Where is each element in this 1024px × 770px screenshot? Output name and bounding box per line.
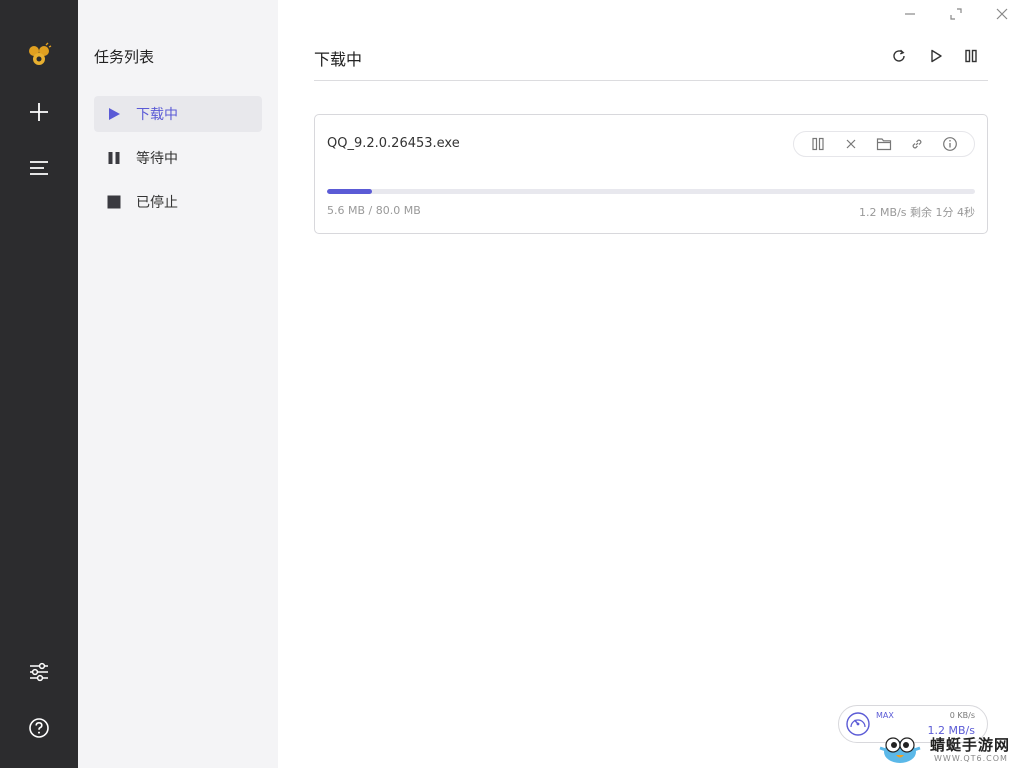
- task-delete-button[interactable]: [840, 133, 862, 155]
- watermark-text: 蜻蜓手游网: [930, 736, 1011, 754]
- plus-icon: [30, 103, 48, 121]
- play-icon: [106, 106, 122, 122]
- task-open-folder-button[interactable]: [873, 133, 895, 155]
- sidebar-title: 任务列表: [94, 48, 155, 66]
- info-icon: [942, 137, 957, 151]
- sidebar-item-label: 已停止: [136, 195, 178, 211]
- help-button[interactable]: [21, 710, 57, 746]
- watermark-mascot-icon: [876, 730, 924, 766]
- task-actions-bar: [793, 131, 975, 157]
- close-icon: [996, 8, 1008, 20]
- task-copy-link-button[interactable]: [906, 133, 928, 155]
- minimize-button[interactable]: [900, 4, 920, 24]
- add-task-button[interactable]: [21, 94, 57, 130]
- task-size: 5.6 MB / 80.0 MB: [327, 204, 421, 217]
- link-icon: [912, 139, 922, 149]
- task-item[interactable]: QQ_9.2.0.26453.exe 5.6 MB / 80.0 MB 1.2 …: [314, 114, 988, 234]
- stop-icon: [106, 194, 122, 210]
- page-title: 下载中: [314, 50, 363, 69]
- task-speed-remaining: 1.2 MB/s 剩余 1分 4秒: [859, 206, 975, 219]
- task-pause-button[interactable]: [807, 133, 829, 155]
- speedometer-gauge-icon: [845, 711, 871, 737]
- task-sidebar: 任务列表 下载中 等待中 已停止: [78, 0, 278, 768]
- close-button[interactable]: [992, 4, 1012, 24]
- maximize-button[interactable]: [946, 4, 966, 24]
- sidebar-item-waiting[interactable]: 等待中: [94, 140, 262, 176]
- folder-icon: [876, 138, 892, 151]
- refresh-icon: [893, 49, 905, 62]
- resume-all-button[interactable]: [925, 45, 947, 67]
- task-list-button[interactable]: [21, 150, 57, 186]
- header-divider: [314, 80, 988, 81]
- pause-icon: [106, 150, 122, 166]
- pause-all-button[interactable]: [960, 45, 982, 67]
- left-rail: [0, 0, 78, 768]
- task-progress-fill: [327, 189, 373, 194]
- sidebar-item-label: 下载中: [136, 107, 178, 123]
- resume-all-icon: [931, 49, 942, 63]
- maximize-icon: [950, 8, 962, 20]
- upload-speed: 0 KB/s: [949, 711, 975, 720]
- watermark-url: WWW.QT6.COM: [934, 754, 1008, 763]
- preferences-button[interactable]: [21, 654, 57, 690]
- pause-all-icon: [965, 49, 977, 63]
- sidebar-item-label: 等待中: [136, 151, 178, 167]
- preferences-icon: [30, 662, 48, 682]
- pause-icon: [812, 137, 824, 151]
- app-logo-icon: [24, 40, 54, 70]
- sidebar-item-stopped[interactable]: 已停止: [94, 184, 262, 220]
- help-icon: [29, 718, 49, 738]
- sidebar-item-downloading[interactable]: 下载中: [94, 96, 262, 132]
- delete-icon: [846, 139, 856, 149]
- task-info-button[interactable]: [939, 133, 961, 155]
- speed-limit-label: MAX: [876, 711, 894, 720]
- task-progress-bar: [327, 189, 975, 194]
- watermark: 蜻蜓手游网 WWW.QT6.COM: [876, 730, 1022, 766]
- minimize-icon: [905, 13, 915, 15]
- refresh-button[interactable]: [888, 45, 910, 67]
- task-name: QQ_9.2.0.26453.exe: [327, 136, 460, 151]
- menu-icon: [30, 161, 48, 175]
